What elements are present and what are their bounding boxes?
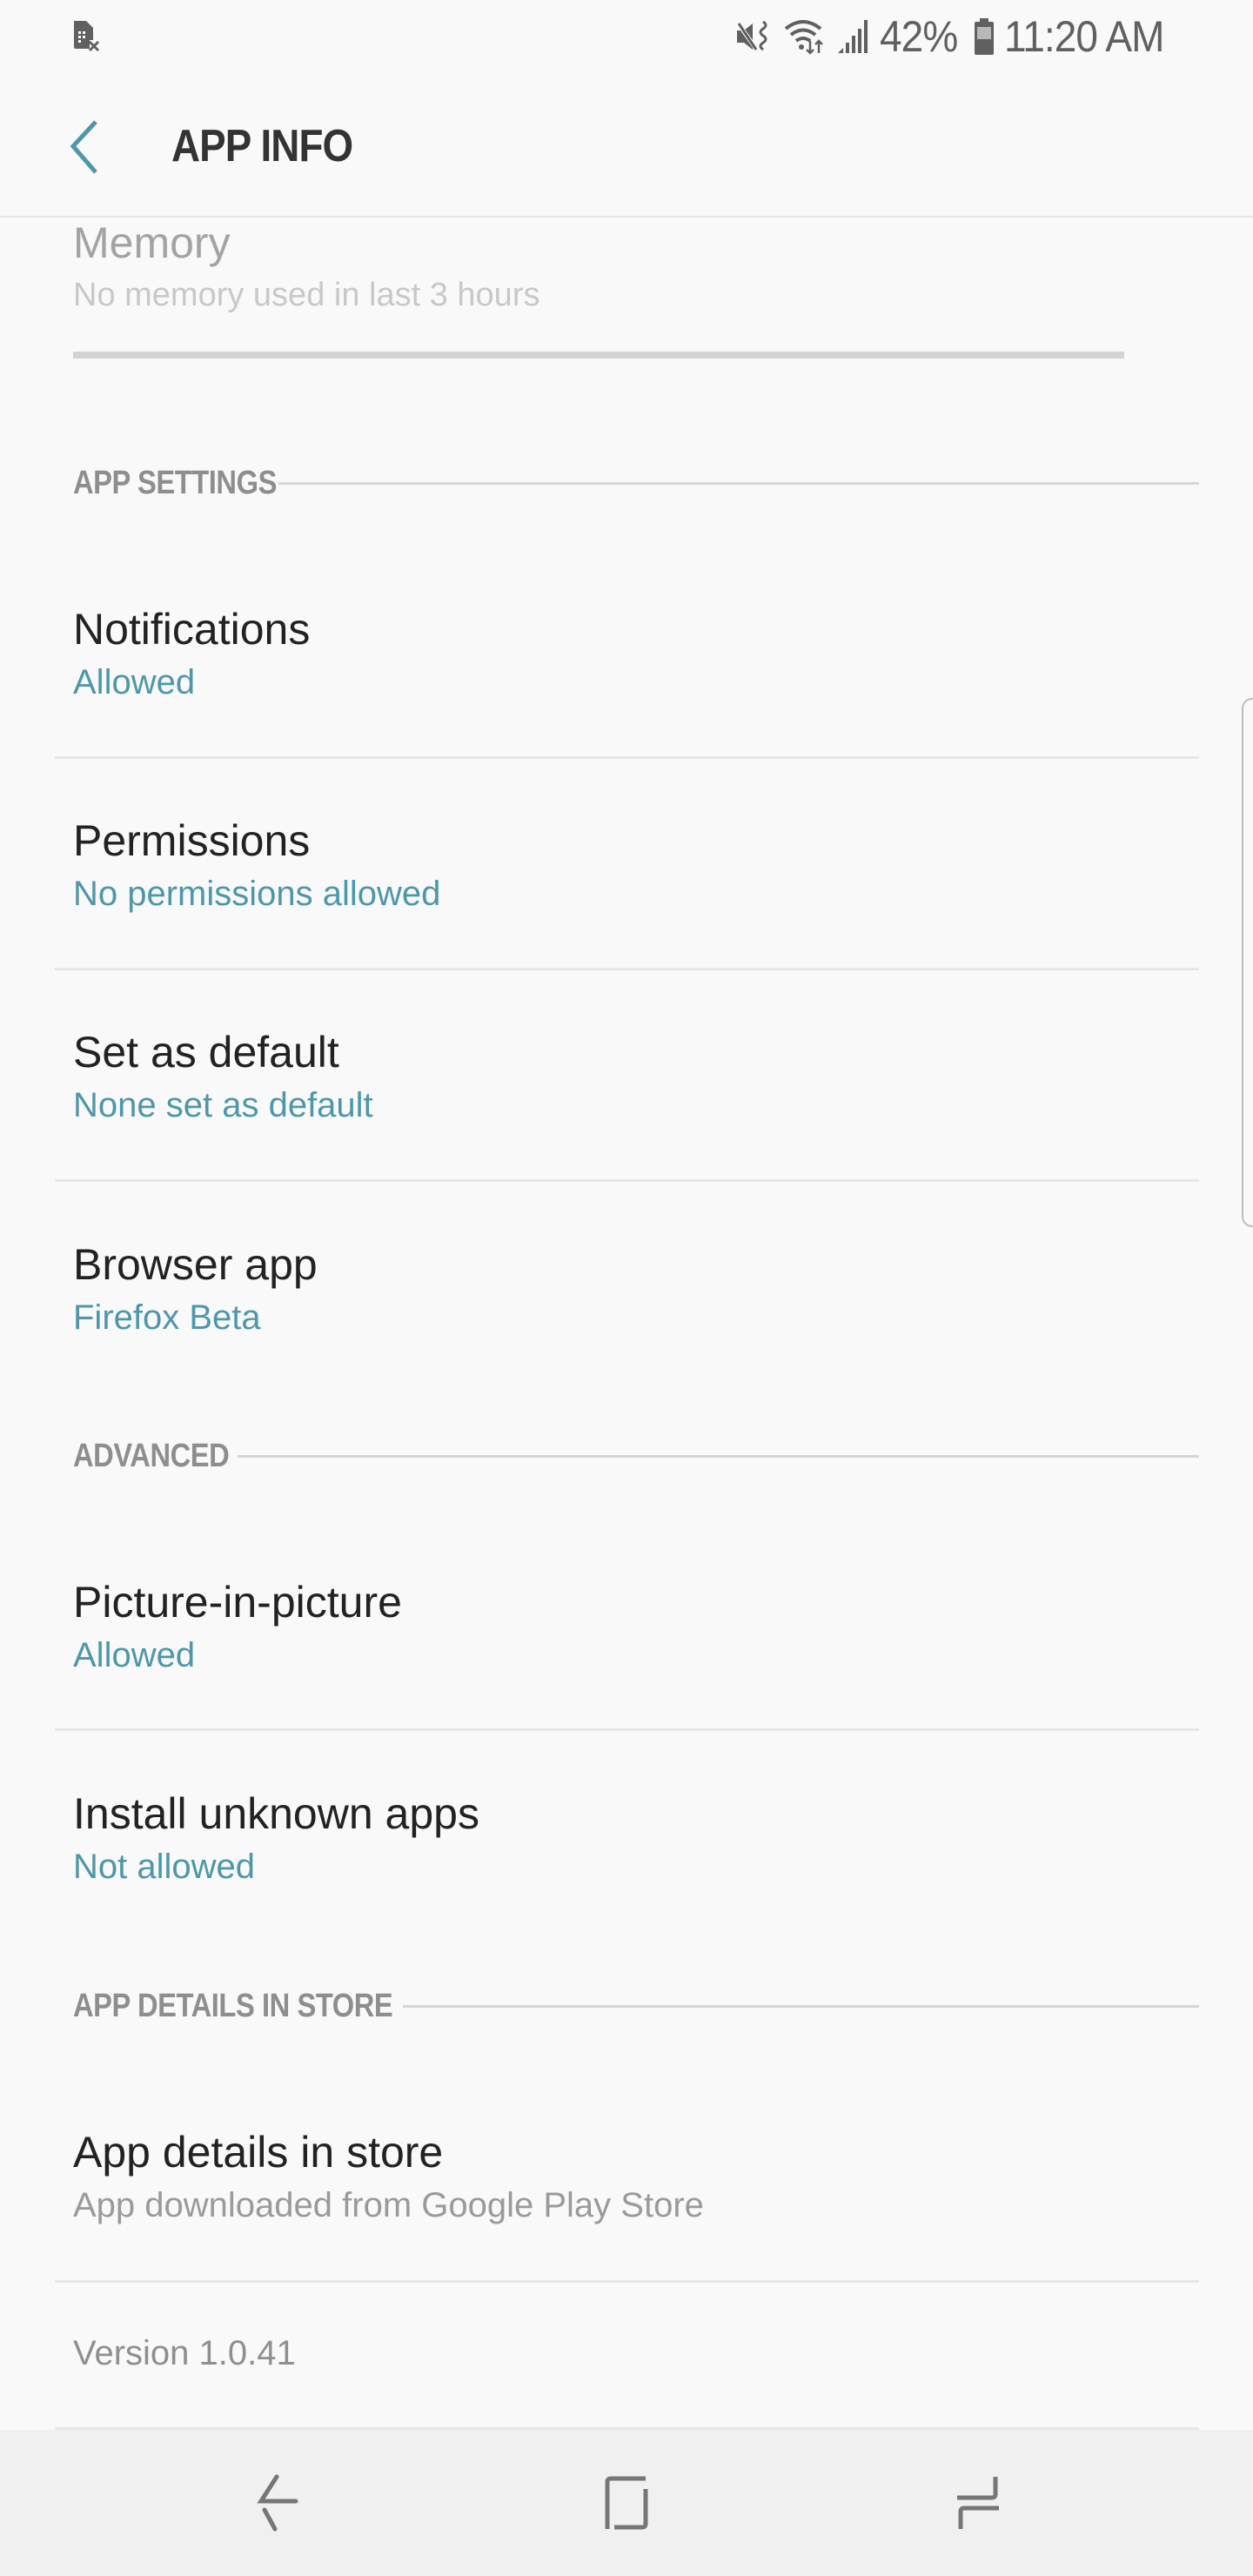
row-subtitle: App downloaded from Google Play Store bbox=[73, 2186, 704, 2224]
page-title: APP INFO bbox=[171, 121, 353, 171]
divider bbox=[55, 1179, 1199, 1182]
divider bbox=[55, 756, 1199, 759]
row-notifications[interactable]: Notifications Allowed bbox=[0, 574, 1253, 757]
version-label: Version 1.0.41 bbox=[73, 2334, 296, 2372]
section-divider bbox=[278, 481, 1199, 485]
back-icon bbox=[257, 2474, 298, 2532]
section-header-app-details-in-store: APP DETAILS IN STORE bbox=[73, 1984, 1199, 2028]
wifi-data-icon bbox=[785, 20, 824, 55]
status-icons: 42% 11:20 AM bbox=[734, 10, 1178, 63]
memory-subtitle: No memory used in last 3 hours bbox=[73, 277, 540, 313]
row-install-unknown-apps[interactable]: Install unknown apps Not allowed bbox=[0, 1759, 1253, 1942]
row-subtitle: Firefox Beta bbox=[73, 1298, 261, 1337]
row-title: App details in store bbox=[73, 2128, 444, 2177]
section-divider bbox=[403, 2004, 1199, 2008]
chevron-left-icon bbox=[70, 120, 97, 174]
memory-title: Memory bbox=[73, 218, 231, 267]
back-button[interactable] bbox=[57, 117, 110, 178]
navigation-bar bbox=[0, 2430, 1253, 2576]
row-title: Set as default bbox=[73, 1028, 339, 1077]
row-subtitle: Not allowed bbox=[73, 1848, 256, 1886]
divider bbox=[55, 1728, 1199, 1731]
signal-icon bbox=[838, 20, 868, 53]
app-bar: APP INFO bbox=[0, 73, 1253, 218]
section-header-app-settings: APP SETTINGS bbox=[73, 461, 1199, 505]
row-permissions[interactable]: Permissions No permissions allowed bbox=[0, 786, 1253, 969]
battery-icon bbox=[975, 18, 995, 55]
row-subtitle: Allowed bbox=[73, 1636, 196, 1674]
row-title: Permissions bbox=[73, 816, 311, 865]
row-picture-in-picture[interactable]: Picture-in-picture Allowed bbox=[0, 1547, 1253, 1730]
section-label: ADVANCED bbox=[73, 1437, 230, 1474]
row-title: Install unknown apps bbox=[73, 1789, 479, 1838]
row-subtitle: None set as default bbox=[73, 1086, 373, 1124]
row-title: Browser app bbox=[73, 1240, 318, 1289]
section-label: APP SETTINGS bbox=[73, 464, 277, 501]
section-header-advanced: ADVANCED bbox=[73, 1434, 1199, 1478]
row-title: Picture-in-picture bbox=[73, 1578, 402, 1627]
row-subtitle: Allowed bbox=[73, 663, 196, 701]
row-browser-app[interactable]: Browser app Firefox Beta bbox=[0, 1210, 1253, 1392]
home-icon bbox=[605, 2476, 648, 2530]
divider bbox=[55, 968, 1199, 970]
mute-vibrate-icon bbox=[735, 20, 767, 53]
section-label: APP DETAILS IN STORE bbox=[73, 1987, 393, 2024]
battery-percent: 42% bbox=[880, 12, 958, 61]
row-set-as-default[interactable]: Set as default None set as default bbox=[0, 997, 1253, 1180]
nav-recents-button[interactable] bbox=[943, 2468, 1013, 2538]
row-title: Notifications bbox=[73, 605, 311, 654]
edge-panel-handle[interactable] bbox=[1242, 698, 1253, 1227]
memory-usage-bar bbox=[73, 352, 1124, 359]
no-sim-icon bbox=[74, 21, 100, 52]
row-subtitle: No permissions allowed bbox=[73, 875, 441, 913]
row-app-details-in-store[interactable]: App details in store App downloaded from… bbox=[0, 2097, 1253, 2280]
divider bbox=[55, 2280, 1199, 2283]
nav-back-button[interactable] bbox=[242, 2468, 312, 2538]
nav-home-button[interactable] bbox=[593, 2468, 663, 2538]
clock: 11:20 AM bbox=[1004, 12, 1165, 61]
status-bar: 42% 11:20 AM bbox=[0, 0, 1253, 73]
recents-icon bbox=[957, 2477, 999, 2529]
section-divider bbox=[237, 1454, 1199, 1458]
